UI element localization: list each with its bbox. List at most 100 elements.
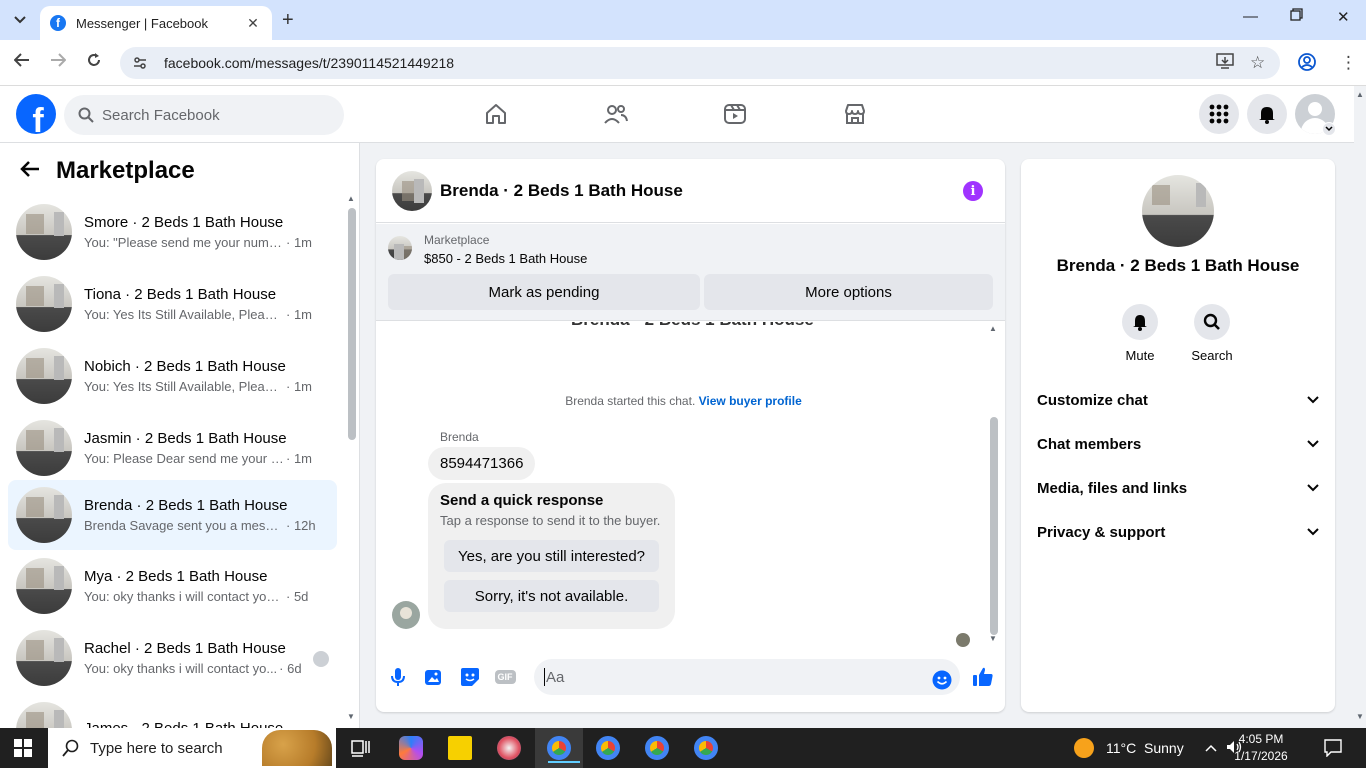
address-bar[interactable]: facebook.com/messages/t/2390114521449218 [120,47,1280,79]
scroll-down-arrow-icon[interactable]: ▼ [347,712,355,721]
new-tab-icon[interactable]: + [282,9,294,32]
back-arrow-icon[interactable] [20,158,40,184]
mute-button[interactable]: Mute [1110,304,1170,363]
search-in-chat-button[interactable]: Search [1182,304,1242,363]
conversation-item[interactable]: Tiona · 2 Beds 1 Bath House You: Yes Its… [8,269,337,339]
video-icon[interactable] [721,100,749,128]
marketplace-icon[interactable] [841,100,869,128]
browser-tab-strip: f Messenger | Facebook ✕ + — ✕ [0,0,1366,40]
customize-chat-section[interactable]: Customize chat [1037,378,1319,422]
account-chevron-icon[interactable] [1322,122,1336,136]
quick-response-no-button[interactable]: Sorry, it's not available. [444,580,659,612]
chrome-profile-icon[interactable] [596,736,620,760]
notification-center-icon[interactable] [1324,739,1342,762]
media-files-links-section[interactable]: Media, files and links [1037,466,1319,510]
conversation-item-active[interactable]: Brenda · 2 Beds 1 Bath House Brenda Sava… [8,480,337,550]
conversation-item[interactable]: Rachel · 2 Beds 1 Bath House You: oky th… [8,623,337,693]
conversation-item[interactable]: Mya · 2 Beds 1 Bath House You: oky thank… [8,551,337,621]
view-buyer-profile-link[interactable]: View buyer profile [699,394,802,408]
scroll-up-arrow-icon[interactable]: ▲ [989,324,997,333]
listing-photo[interactable] [1142,175,1214,247]
tab-search-dropdown-icon[interactable] [6,6,34,34]
conversation-item[interactable]: Smore · 2 Beds 1 Bath House You: "Please… [8,197,337,267]
home-icon[interactable] [482,100,510,128]
conversation-list-scrollbar[interactable]: ▲ ▼ [347,194,356,721]
attach-photo-icon[interactable] [423,666,445,688]
listing-thumbnail-small[interactable] [388,236,412,260]
thumbs-up-icon[interactable] [972,666,994,688]
task-view-icon[interactable] [351,738,371,763]
browser-tab[interactable]: f Messenger | Facebook ✕ [40,6,272,40]
forward-icon[interactable] [50,52,67,73]
conversation-item[interactable]: James · 2 Beds 1 Bath House [8,695,337,728]
browser-menu-icon[interactable]: ⋮ [1340,53,1357,73]
scroll-down-arrow-icon[interactable]: ▼ [989,634,997,643]
message-input[interactable]: Aa [534,659,960,695]
copilot-icon[interactable] [399,736,423,760]
conversation-time: · 1m [286,451,312,466]
close-window-icon[interactable]: ✕ [1337,8,1350,26]
listing-thumbnail [16,558,72,614]
chat-title[interactable]: Brenda · 2 Beds 1 Bath House [440,181,683,201]
sender-avatar[interactable] [392,601,420,629]
conversation-item[interactable]: Nobich · 2 Beds 1 Bath House You: Yes It… [8,341,337,411]
taskbar-search-placeholder: Type here to search [90,739,223,757]
menu-grid-icon[interactable] [1199,94,1239,134]
install-app-icon[interactable] [1216,53,1234,74]
page-scrollbar[interactable]: ▲ ▼ [1354,86,1366,728]
chat-members-section[interactable]: Chat members [1037,422,1319,466]
friends-icon[interactable] [602,100,630,128]
site-info-icon[interactable] [132,54,150,72]
facebook-header: f Search Facebook [0,86,1366,143]
conversation-item[interactable]: Jasmin · 2 Beds 1 Bath House You: Please… [8,413,337,483]
marketplace-listing-bar: Marketplace $850 - 2 Beds 1 Bath House M… [376,224,1005,321]
back-icon[interactable] [13,52,30,73]
facebook-logo[interactable]: f [16,94,56,134]
taskbar-search-input[interactable]: Type here to search [48,728,336,768]
app-icon[interactable] [497,736,521,760]
conversation-preview: You: oky thanks i will contact you s... [84,589,284,604]
gif-icon[interactable]: GIF [494,666,516,688]
sticky-notes-icon[interactable] [448,736,472,760]
more-options-button[interactable]: More options [704,274,993,310]
message-input-placeholder: Aa [546,668,565,686]
search-highlight-image [262,730,332,766]
scrollbar-thumb[interactable] [990,417,998,635]
facebook-search-input[interactable]: Search Facebook [64,95,344,135]
show-hidden-icons-icon[interactable] [1205,728,1217,768]
message-thread: Brenda · 2 Beds 1 Bath House Brenda star… [376,322,1005,652]
chrome-icon[interactable] [547,736,580,763]
restore-icon[interactable] [1290,8,1303,25]
mark-as-pending-button[interactable]: Mark as pending [388,274,700,310]
microphone-icon[interactable] [387,666,409,688]
emoji-icon[interactable] [931,669,953,691]
search-label: Search [1191,348,1233,363]
chat-listing-thumbnail[interactable] [392,170,432,211]
read-receipt-avatar [956,633,970,647]
message-bubble[interactable]: 8594471366 [428,447,536,480]
reload-icon[interactable] [86,52,102,73]
quick-response-yes-button[interactable]: Yes, are you still interested? [444,540,659,572]
scroll-up-arrow-icon[interactable]: ▲ [1356,90,1364,99]
conversation-time: · 1m [286,307,312,322]
notifications-bell-icon[interactable] [1247,94,1287,134]
minimize-icon[interactable]: — [1243,8,1258,25]
info-icon[interactable]: i [963,181,983,201]
scrollbar-thumb[interactable] [348,208,356,440]
bookmark-star-icon[interactable]: ☆ [1250,53,1265,73]
sticker-icon[interactable] [459,666,481,688]
chrome-profile-icon[interactable] [645,736,669,760]
listing-price-title[interactable]: $850 - 2 Beds 1 Bath House [424,251,587,266]
windows-start-icon[interactable] [14,739,32,762]
thread-scrollbar[interactable]: ▲ ▼ [988,322,1000,652]
chrome-profile-icon[interactable] [694,736,718,760]
profile-icon[interactable] [1298,53,1316,76]
scroll-up-arrow-icon[interactable]: ▲ [347,194,355,203]
conversation-name: Smore · 2 Beds 1 Bath House [84,214,284,231]
weather-widget[interactable]: 11°C Sunny [1074,728,1184,768]
speaker-icon[interactable] [1226,740,1242,759]
scroll-down-arrow-icon[interactable]: ▼ [1356,712,1364,721]
close-tab-icon[interactable]: ✕ [244,15,262,32]
listing-thumbnail [16,276,72,332]
privacy-support-section[interactable]: Privacy & support [1037,510,1319,554]
